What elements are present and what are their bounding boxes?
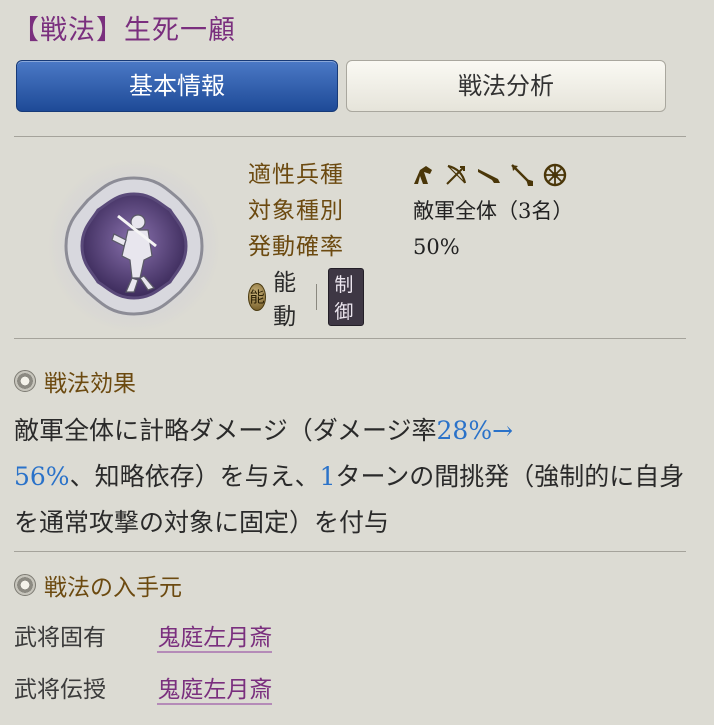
clover-icon [14, 574, 36, 596]
divider-mid [14, 338, 686, 339]
damage-rate-max: 56% [14, 462, 70, 491]
target-label: 対象種別 [248, 198, 344, 224]
source-heading-text: 戦法の入手元 [44, 575, 182, 601]
gun-icon [478, 169, 500, 183]
turn-count: 1 [319, 462, 336, 491]
effect-text-2: 、知略依存）を与え、 [69, 462, 320, 491]
activation-row: 能 能動 制御 [248, 268, 365, 330]
rate-value: 50% [413, 235, 460, 259]
spear-icon [511, 164, 533, 186]
effect-heading: 戦法効果 [14, 364, 136, 398]
damage-rate-min: 28% [436, 416, 493, 445]
source-label: 武将固有 [14, 625, 106, 651]
active-type-icon: 能 [248, 283, 267, 311]
divider-bottom [14, 551, 686, 552]
rate-arrow: → [492, 416, 514, 445]
target-value: 敵軍全体（3名） [413, 199, 574, 223]
archer-icon [446, 164, 467, 185]
effect-description: 敵軍全体に計略ダメージ（ダメージ率28%→ 56%、知略依存）を与え、1ターンの間… [14, 408, 694, 546]
rate-label: 発動確率 [248, 234, 344, 260]
troop-label: 適性兵種 [248, 162, 344, 188]
tab-basic-info[interactable]: 基本情報 [16, 60, 338, 112]
skill-title: 【戦法】生死一顧 [12, 15, 236, 46]
activation-type: 能動 [273, 270, 297, 330]
tab-bar: 基本情報 戦法分析 [16, 60, 666, 112]
activation-divider [315, 284, 317, 310]
shield-icon [543, 163, 567, 187]
troop-icons [410, 162, 568, 188]
divider-top [14, 136, 686, 137]
source-row: 武将固有 鬼庭左月斎 [14, 618, 273, 658]
source-label: 武将伝授 [14, 677, 106, 703]
source-link-general[interactable]: 鬼庭左月斎 [157, 677, 273, 705]
clover-icon [14, 370, 36, 392]
source-link-general[interactable]: 鬼庭左月斎 [157, 625, 273, 653]
category-badge: 制御 [328, 268, 365, 326]
cavalry-icon [414, 166, 432, 184]
source-heading: 戦法の入手元 [14, 568, 182, 602]
tab-skill-analysis[interactable]: 戦法分析 [346, 60, 666, 112]
skill-emblem-icon [48, 160, 220, 332]
effect-text-1: 敵軍全体に計略ダメージ（ダメージ率 [14, 416, 437, 445]
source-row: 武将伝授 鬼庭左月斎 [14, 670, 273, 710]
effect-heading-text: 戦法効果 [44, 371, 136, 397]
